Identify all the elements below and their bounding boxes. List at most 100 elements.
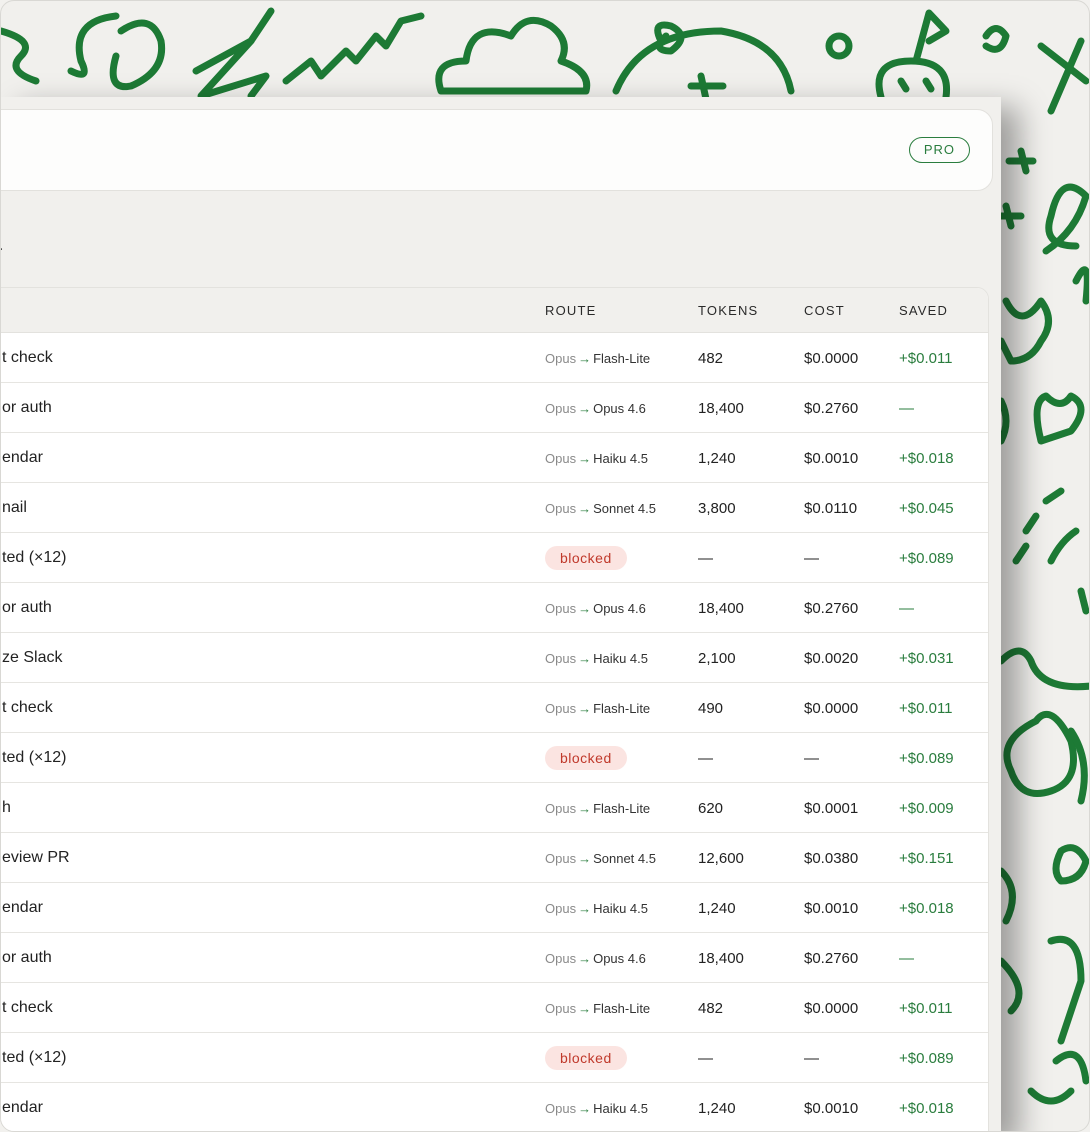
table-header: ROUTE TOKENS COST SAVED [1, 288, 988, 333]
table-row[interactable]: ted (×12) blocked — — +$0.089 [1, 533, 988, 583]
top-bar: PRO [1, 109, 993, 191]
route-to-model: Flash-Lite [593, 351, 651, 366]
table-row[interactable]: ted (×12) blocked — — +$0.089 [1, 733, 988, 783]
table-row[interactable]: ze Slack Opus → Haiku 4.5 2,100 $0.0020 +$0.03… [1, 633, 988, 683]
blocked-badge: blocked [545, 1046, 627, 1070]
arrow-right-icon: → [578, 801, 592, 816]
cost-value: $0.0380 [804, 850, 859, 867]
pro-badge: PRO [908, 137, 970, 163]
table-row[interactable]: or auth Opus → Opus 4.6 18,400 $0.2760 — [1, 583, 988, 633]
tokens-value: 1,240 [698, 450, 736, 467]
tokens-value: 1,240 [698, 900, 736, 917]
route-from-model: Opus [545, 451, 577, 466]
task-name: ted (×12) [2, 549, 67, 566]
table-row[interactable]: t check Opus → Flash-Lite 490 $0.0000 +$0.011 [1, 683, 988, 733]
arrow-right-icon: → [578, 1101, 592, 1116]
cost-value: $0.2760 [804, 600, 859, 617]
tokens-value: 2,100 [698, 650, 736, 667]
table-row[interactable]: h Opus → Flash-Lite 620 $0.0001 +$0.009 [1, 783, 988, 833]
saved-value: — [899, 600, 914, 617]
cost-value: $0.0110 [804, 500, 858, 517]
saved-value: +$0.018 [899, 450, 954, 467]
route-from-model: Opus [545, 351, 577, 366]
cost-value: $0.0000 [804, 350, 859, 367]
requests-table: ROUTE TOKENS COST SAVED t check Opus → Flas… [1, 287, 989, 1131]
saved-value: +$0.031 [899, 650, 954, 667]
task-name: or auth [2, 949, 52, 966]
tokens-value: — [698, 750, 713, 767]
saved-value: +$0.151 [899, 850, 954, 867]
table-row[interactable]: or auth Opus → Opus 4.6 18,400 $0.2760 — [1, 383, 988, 433]
route-from-model: Opus [545, 651, 577, 666]
table-row[interactable]: endar Opus → Haiku 4.5 1,240 $0.0010 +$0.018 [1, 1083, 988, 1131]
cost-value: $0.0000 [804, 700, 859, 717]
arrow-right-icon: → [578, 901, 592, 916]
column-header-tokens[interactable]: TOKENS [698, 303, 758, 318]
table-row[interactable]: or auth Opus → Opus 4.6 18,400 $0.2760 — [1, 933, 988, 983]
task-name: t check [2, 699, 53, 716]
route-cell: Opus → Haiku 4.5 [545, 451, 648, 466]
task-name: ted (×12) [2, 1049, 67, 1066]
route-to-model: Sonnet 4.5 [593, 501, 656, 516]
route-to-model: Flash-Lite [593, 701, 651, 716]
route-to-model: Haiku 4.5 [593, 651, 648, 666]
saved-value: +$0.045 [899, 500, 954, 517]
saved-value: +$0.089 [899, 750, 954, 767]
cost-value: — [804, 1050, 819, 1067]
route-from-model: Opus [545, 701, 577, 716]
route-from-model: Opus [545, 951, 577, 966]
route-to-model: Haiku 4.5 [593, 901, 648, 916]
task-name: ze Slack [2, 649, 63, 666]
route-cell: Opus → Haiku 4.5 [545, 651, 648, 666]
cost-value: $0.0000 [804, 1000, 859, 1017]
saved-value: — [899, 400, 914, 417]
table-row[interactable]: ted (×12) blocked — — +$0.089 [1, 1033, 988, 1083]
route-to-model: Haiku 4.5 [593, 1101, 648, 1116]
saved-value: +$0.018 [899, 900, 954, 917]
cost-value: $0.0001 [804, 800, 859, 817]
route-to-model: Flash-Lite [593, 1001, 651, 1016]
cost-value: $0.0010 [804, 1100, 859, 1117]
tokens-value: 620 [698, 800, 724, 817]
tokens-value: 18,400 [698, 950, 744, 967]
table-row[interactable]: nail Opus → Sonnet 4.5 3,800 $0.0110 +$0.045 [1, 483, 988, 533]
arrow-right-icon: → [578, 651, 592, 666]
table-row[interactable]: eview PR Opus → Sonnet 4.5 12,600 $0.0380 +$0.… [1, 833, 988, 883]
cost-value: $0.0010 [804, 900, 859, 917]
column-header-route[interactable]: ROUTE [545, 303, 597, 318]
route-from-model: Opus [545, 1001, 577, 1016]
route-cell: Opus → Sonnet 4.5 [545, 501, 656, 516]
route-cell: Opus → Opus 4.6 [545, 401, 646, 416]
column-header-saved[interactable]: SAVED [899, 303, 948, 318]
cost-value: $0.2760 [804, 400, 859, 417]
route-from-model: Opus [545, 1101, 577, 1116]
table-row[interactable]: endar Opus → Haiku 4.5 1,240 $0.0010 +$0.018 [1, 433, 988, 483]
route-cell: Opus → Opus 4.6 [545, 601, 646, 616]
route-to-model: Flash-Lite [593, 801, 651, 816]
saved-value: — [899, 950, 914, 967]
route-from-model: Opus [545, 851, 577, 866]
tokens-value: 1,240 [698, 1100, 736, 1117]
column-header-cost[interactable]: COST [804, 303, 845, 318]
tokens-value: — [698, 550, 713, 567]
cost-value: $0.2760 [804, 950, 859, 967]
task-name: t check [2, 349, 53, 366]
table-row[interactable]: t check Opus → Flash-Lite 482 $0.0000 +$0.011 [1, 333, 988, 383]
arrow-right-icon: → [578, 951, 592, 966]
tokens-value: 482 [698, 1000, 724, 1017]
tokens-value: 12,600 [698, 850, 744, 867]
cost-value: — [804, 550, 819, 567]
task-name: endar [2, 1099, 43, 1116]
task-name: endar [2, 899, 43, 916]
blocked-badge: blocked [545, 546, 627, 570]
table-row[interactable]: t check Opus → Flash-Lite 482 $0.0000 +$0.011 [1, 983, 988, 1033]
route-from-model: Opus [545, 401, 577, 416]
saved-value: +$0.011 [899, 1000, 953, 1017]
task-name: h [2, 799, 11, 816]
table-row[interactable]: endar Opus → Haiku 4.5 1,240 $0.0010 +$0.018 [1, 883, 988, 933]
arrow-right-icon: → [578, 601, 592, 616]
saved-value: +$0.011 [899, 350, 953, 367]
arrow-right-icon: → [578, 1001, 592, 1016]
tokens-value: 18,400 [698, 400, 744, 417]
page-title: d [1, 219, 3, 259]
